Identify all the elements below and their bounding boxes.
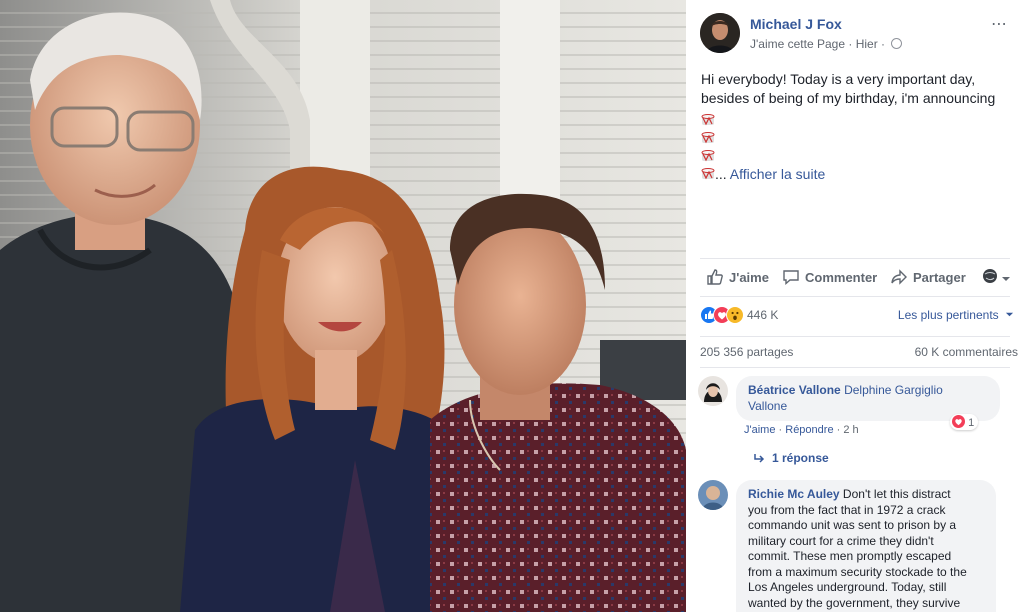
post-as-selector[interactable] [982,268,1016,284]
share-button[interactable]: Partager [890,268,966,286]
comment-text-line-3: commando unit was sent to prison by a [748,518,957,532]
page-name-link[interactable]: Michael J Fox [750,16,842,32]
comment-text-line-1: Don't let this distract [839,487,951,501]
comment-sort-dropdown[interactable]: Les plus pertinents [898,308,1014,322]
comment-text-line-5: commit. These men promptly escaped [748,549,952,563]
comments-count[interactable]: 60 K commentaires [915,345,1018,359]
tagged-user[interactable]: Delphine Gargiglio [844,383,943,397]
drum-emoji-row-1 [701,111,1011,129]
post-header: Michael J Fox J'aime cette Page · Hier ·… [700,12,1010,54]
commenter-avatar[interactable] [698,376,728,406]
comment-actions: J'aime · Répondre · 2 h [744,424,859,436]
divider-stats [700,367,1010,368]
comment-like-link[interactable]: J'aime [744,424,775,436]
commenter-photo [698,480,728,510]
comment-bubble: Richie Mc Auley Don't let this distract … [736,480,996,612]
comment-reply-link[interactable]: Répondre [785,424,833,436]
sort-caret-icon [1005,312,1014,317]
thumbs-up-icon [707,269,723,285]
wow-face-glyph [731,311,739,320]
heart-icon [952,415,965,428]
comment-button[interactable]: Commenter [782,268,877,286]
drum-icon [701,168,715,180]
globe-profile-icon [983,269,997,283]
drum-icon [701,114,715,126]
replies-count: 1 réponse [772,451,829,465]
divider-top [700,258,1010,259]
drum-icon [701,132,715,144]
see-more-prefix: ... [715,166,730,182]
avatar-image [700,13,740,53]
drum-icon [701,150,715,162]
wow-reaction-icon[interactable] [726,306,744,324]
comment-text-line-7: Los Angeles underground. Today, still [748,580,947,594]
drum-emoji-row-2 [701,129,1011,147]
comment-text-line-2: you from the fact that in 1972 a crack [748,502,946,517]
drum-emoji-row-3 [701,147,1011,165]
post-meta: J'aime cette Page · Hier · [750,37,903,51]
sort-label: Les plus pertinents [897,308,999,322]
comment-author[interactable]: Richie Mc Auley [748,487,840,501]
divider-reactions [700,336,1010,337]
page-avatar[interactable] [700,13,740,53]
post-photo[interactable] [0,0,686,612]
meta-separator: · [845,37,856,51]
drum-emoji-row-4: ... Afficher la suite [701,165,1011,183]
meta-separator-2: · [877,37,889,51]
engagement-stats: 205 356 partages 60 K commentaires [700,345,1018,359]
shares-count[interactable]: 205 356 partages [700,345,793,359]
see-more-link[interactable]: Afficher la suite [730,166,825,182]
comment-label: Commenter [805,270,878,285]
comment-text-line-8: wanted by the government, they survive [748,595,961,610]
commenter-photo [698,376,728,406]
reply-arrow-icon [754,454,765,463]
reaction-count[interactable]: 446 K [747,308,778,322]
divider-actions [700,296,1010,297]
post-time[interactable]: Hier [856,37,878,51]
commenter-avatar[interactable] [698,480,728,510]
post-side-panel: Michael J Fox J'aime cette Page · Hier ·… [686,0,1024,612]
comment-icon [783,270,799,286]
share-label: Partager [913,270,966,285]
tagged-user-cont[interactable]: Vallone [748,399,787,413]
comment-reaction-badge[interactable]: 1 [950,414,979,430]
comment-author[interactable]: Béatrice Vallone [748,383,841,397]
liked-page-label[interactable]: J'aime cette Page [750,37,845,51]
post-text-line-1: Hi everybody! Today is a very important … [701,71,976,87]
globe-icon [891,38,903,49]
share-icon [891,269,907,285]
more-options-icon[interactable]: ⋯ [991,14,1008,34]
comment-text-line-6: from a maximum security stockade to the [748,564,967,579]
post-actions: J'aime Commenter Partager [700,262,1010,294]
reactions-row: 446 K Les plus pertinents [700,304,1020,328]
post-text-line-2: besides of being of my birthday, i'm ann… [701,90,996,106]
like-label: J'aime [729,270,769,285]
photo-illustration [0,0,686,612]
view-replies-link[interactable]: 1 réponse [754,451,829,465]
comment-heart-count: 1 [968,417,975,429]
caret-down-icon [1002,277,1010,281]
post-text: Hi everybody! Today is a very important … [701,70,1011,183]
like-button[interactable]: J'aime [706,268,769,286]
comment-time[interactable]: 2 h [843,424,858,436]
comment-text-line-4: military court for a crime they didn't [748,533,934,548]
